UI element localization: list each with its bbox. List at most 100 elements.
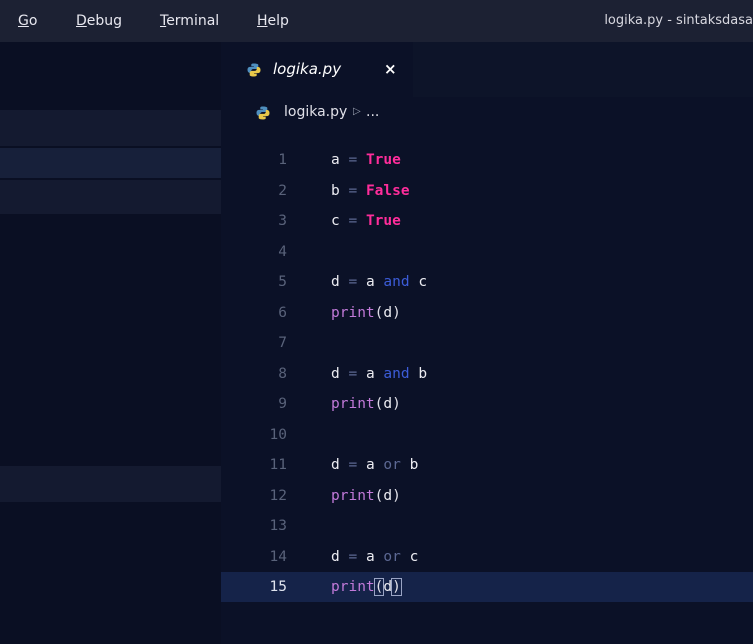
line-source: d = a or c (331, 542, 418, 572)
tab-logika-py[interactable]: logika.py × (221, 42, 413, 98)
code-token: or (383, 457, 401, 473)
code-line[interactable]: 10 (221, 420, 753, 450)
code-token: = (348, 548, 358, 565)
code-line[interactable]: 4 (221, 237, 753, 267)
line-number: 1 (278, 152, 287, 168)
sidebar-row[interactable] (0, 180, 221, 214)
line-number: 11 (269, 457, 287, 473)
code-token: d (383, 396, 393, 412)
code-token: print (331, 396, 375, 412)
line-source: d = a and b (331, 359, 427, 389)
code-token: d (383, 487, 393, 504)
code-token: ) (392, 487, 401, 504)
sidebar-row[interactable] (0, 110, 221, 146)
line-number: 8 (278, 365, 287, 382)
code-token: and (383, 365, 410, 382)
close-icon[interactable]: × (384, 42, 397, 97)
code-token: d (331, 548, 340, 565)
sidebar (0, 42, 221, 644)
code-token: print (331, 487, 375, 504)
code-token: c (418, 274, 428, 290)
line-number: 5 (278, 274, 287, 290)
code-token: = (348, 274, 358, 290)
python-icon (256, 105, 270, 124)
code-token: b (331, 182, 340, 199)
line-number: 3 (278, 213, 287, 229)
code-token: a (365, 365, 375, 382)
code-token: d (331, 365, 340, 382)
code-line[interactable]: 5 d = a and c (221, 267, 753, 297)
code-token: b (418, 365, 428, 382)
code-token: c (409, 548, 419, 565)
code-token: c (331, 213, 340, 229)
code-token: and (383, 274, 410, 290)
menu-debug[interactable]: Debug (76, 0, 122, 42)
code-token: False (365, 182, 410, 199)
code-token: = (348, 213, 358, 229)
menu-terminal[interactable]: Terminal (160, 0, 219, 42)
code-line[interactable]: 13 (221, 511, 753, 541)
line-number: 13 (269, 518, 287, 534)
sidebar-row[interactable] (0, 148, 221, 178)
code-token: a (365, 548, 375, 565)
code-token: a (365, 457, 375, 473)
line-number: 9 (278, 396, 287, 412)
python-icon (247, 62, 261, 81)
code-token: print (331, 579, 375, 595)
line-number: 10 (269, 426, 287, 443)
code-token: True (365, 213, 401, 229)
code-token: or (383, 548, 401, 565)
menu-help[interactable]: Help (257, 0, 289, 42)
line-number: 6 (278, 304, 287, 321)
sidebar-row[interactable] (0, 466, 221, 502)
line-source: d = a or b (331, 450, 418, 480)
code-token: = (348, 182, 358, 199)
breadcrumb-file[interactable]: logika.py (284, 97, 347, 127)
code-token: = (348, 152, 358, 168)
code-line[interactable]: 15 print(d) (221, 572, 753, 602)
line-number: 2 (278, 182, 287, 199)
line-source: b = False (331, 176, 410, 206)
line-source: d = a and c (331, 267, 427, 297)
editor: logika.py × logika.py ▷ ... 1 a = True 2 b … (221, 42, 753, 644)
breadcrumb-symbols[interactable]: ... (366, 97, 379, 127)
line-number: 7 (278, 335, 287, 351)
code-token: = (348, 457, 358, 473)
code-line[interactable]: 11 d = a or b (221, 450, 753, 480)
code-line[interactable]: 6 print(d) (221, 298, 753, 328)
code-line[interactable]: 9 print(d) (221, 389, 753, 419)
code-line[interactable]: 7 (221, 328, 753, 358)
code-line[interactable]: 3 c = True (221, 206, 753, 236)
window-title: logika.py - sintaksdasa (604, 13, 753, 28)
breadcrumb-separator-icon: ▷ (353, 106, 361, 117)
menu-go[interactable]: Go (18, 0, 37, 42)
code-token: = (348, 365, 358, 382)
code-line[interactable]: 8 d = a and b (221, 359, 753, 389)
code-token: True (365, 152, 401, 168)
code-token: a (331, 152, 340, 168)
code-token: print (331, 304, 375, 321)
breadcrumb: logika.py ▷ ... (221, 97, 753, 127)
line-source: print(d) (331, 298, 401, 328)
code-line[interactable]: 12 print(d) (221, 481, 753, 511)
code-line[interactable]: 14 d = a or c (221, 542, 753, 572)
code-token: d (331, 274, 340, 290)
code-token: ) (391, 578, 402, 596)
code-token: d (331, 457, 340, 473)
line-source: print(d) (331, 481, 401, 511)
code-token: a (365, 274, 375, 290)
line-source: c = True (331, 206, 401, 236)
code-token: d (383, 579, 393, 595)
code-line[interactable]: 1 a = True (221, 145, 753, 175)
code-token: ) (392, 304, 401, 321)
code-token: ) (392, 396, 401, 412)
code-line[interactable]: 2 b = False (221, 176, 753, 206)
tab-bar: logika.py × (221, 42, 753, 98)
